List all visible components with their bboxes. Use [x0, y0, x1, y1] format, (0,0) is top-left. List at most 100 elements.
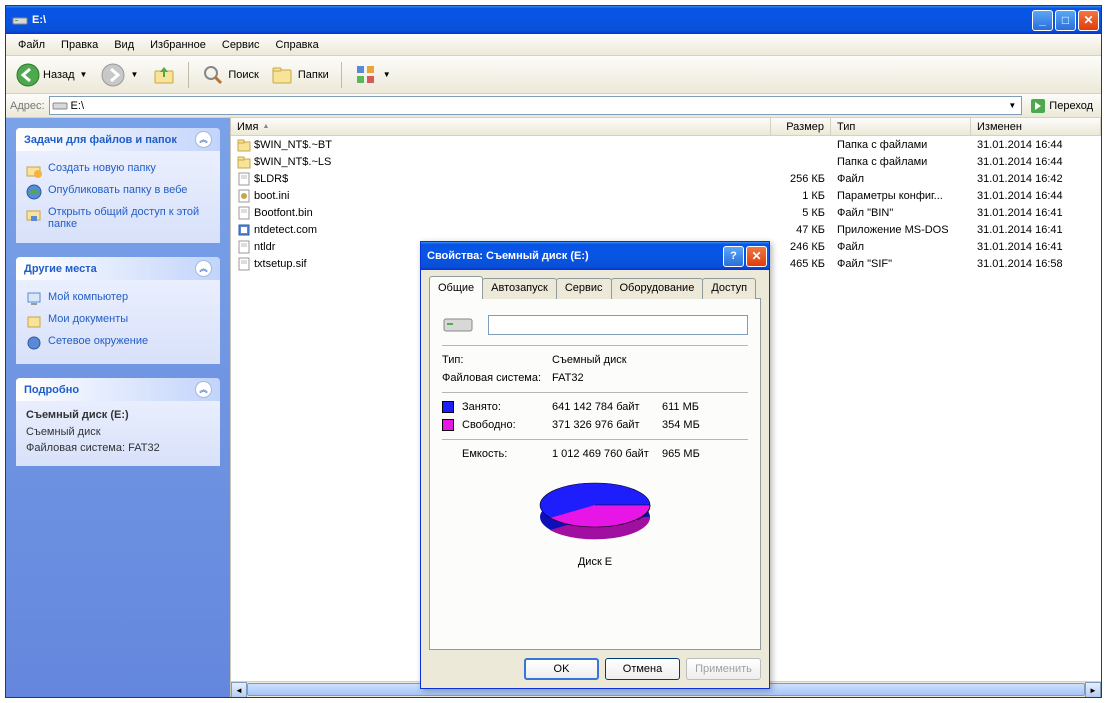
free-bytes: 371 326 976 байт: [552, 419, 662, 431]
task-publish-web[interactable]: Опубликовать папку в вебе: [26, 181, 210, 203]
column-modified[interactable]: Изменен: [971, 118, 1101, 135]
place-my-documents[interactable]: Мои документы: [26, 310, 210, 332]
file-type: Папка с файлами: [831, 156, 971, 168]
file-row[interactable]: $WIN_NT$.~LSПапка с файлами31.01.2014 16…: [231, 153, 1101, 170]
fs-value: FAT32: [552, 372, 584, 384]
panel-details: Подробно ︽ Съемный диск (E:) Съемный дис…: [16, 378, 220, 466]
file-row[interactable]: Bootfont.bin5 КБФайл "BIN"31.01.2014 16:…: [231, 204, 1101, 221]
folders-icon: [271, 63, 295, 87]
tab-autoplay[interactable]: Автозапуск: [482, 278, 557, 299]
maximize-button[interactable]: □: [1055, 10, 1076, 31]
toolbar-separator: [188, 62, 189, 88]
tab-sharing[interactable]: Доступ: [702, 278, 756, 299]
task-item-label: Открыть общий доступ к этой папке: [48, 206, 210, 230]
file-name: $WIN_NT$.~BT: [254, 139, 332, 151]
titlebar[interactable]: E:\ _ □ ✕: [6, 6, 1101, 34]
free-label: Свободно:: [462, 419, 552, 431]
documents-icon: [26, 313, 42, 329]
address-field[interactable]: E:\ ▼: [49, 96, 1023, 115]
menu-file[interactable]: Файл: [10, 36, 53, 54]
column-name[interactable]: Имя ▲: [231, 118, 771, 135]
address-dropdown[interactable]: ▼: [1005, 101, 1019, 110]
file-row[interactable]: $LDR$256 КБФайл31.01.2014 16:42: [231, 170, 1101, 187]
toolbar: Назад ▼ ▼ Поиск Папки ▼: [6, 56, 1101, 94]
capacity-bytes: 1 012 469 760 байт: [552, 448, 662, 460]
task-share-folder[interactable]: Открыть общий доступ к этой папке: [26, 203, 210, 233]
go-label: Переход: [1049, 100, 1093, 112]
back-button[interactable]: Назад ▼: [12, 61, 93, 89]
views-button[interactable]: ▼: [350, 61, 397, 89]
search-button[interactable]: Поиск: [197, 61, 262, 89]
tab-hardware[interactable]: Оборудование: [611, 278, 704, 299]
scroll-right-arrow[interactable]: ►: [1085, 682, 1101, 697]
scroll-left-arrow[interactable]: ◄: [231, 682, 247, 697]
file-name: ntdetect.com: [254, 224, 317, 236]
menu-tools[interactable]: Сервис: [214, 36, 268, 54]
file-row[interactable]: boot.ini1 КБПараметры конфиг...31.01.201…: [231, 187, 1101, 204]
address-drive-icon: [52, 100, 68, 112]
file-date: 31.01.2014 16:44: [971, 139, 1101, 151]
file-row[interactable]: ntdetect.com47 КБПриложение MS-DOS31.01.…: [231, 221, 1101, 238]
ini-icon: [237, 189, 251, 203]
file-date: 31.01.2014 16:58: [971, 258, 1101, 270]
place-item-label: Мои документы: [48, 313, 128, 325]
tab-general[interactable]: Общие: [429, 276, 483, 299]
back-dropdown[interactable]: ▼: [78, 70, 90, 79]
file-name: ntldr: [254, 241, 275, 253]
panel-details-header[interactable]: Подробно ︽: [16, 378, 220, 401]
panel-tasks-header[interactable]: Задачи для файлов и папок ︽: [16, 128, 220, 151]
panel-places-title: Другие места: [24, 263, 97, 275]
used-bytes: 641 142 784 байт: [552, 401, 662, 413]
help-button[interactable]: ?: [723, 246, 744, 267]
type-value: Съемный диск: [552, 354, 627, 366]
file-name: Bootfont.bin: [254, 207, 313, 219]
menu-edit[interactable]: Правка: [53, 36, 106, 54]
file-name: boot.ini: [254, 190, 289, 202]
sidebar: Задачи для файлов и папок ︽ Создать нову…: [6, 118, 230, 697]
file-icon: [237, 240, 251, 254]
dialog-titlebar[interactable]: Свойства: Съемный диск (E:) ? ✕: [421, 242, 769, 270]
free-color-swatch: [442, 419, 454, 431]
folders-button[interactable]: Папки: [267, 61, 333, 89]
close-button[interactable]: ✕: [1078, 10, 1099, 31]
go-icon: [1030, 98, 1046, 114]
forward-dropdown[interactable]: ▼: [128, 70, 140, 79]
forward-icon: [101, 63, 125, 87]
fs-label: Файловая система:: [442, 372, 552, 384]
tab-content-general: Тип: Съемный диск Файловая система: FAT3…: [429, 298, 761, 650]
sort-asc-icon: ▲: [262, 123, 269, 130]
file-icon: [237, 172, 251, 186]
apply-button: Применить: [686, 658, 761, 680]
panel-places-header[interactable]: Другие места ︽: [16, 257, 220, 280]
column-type[interactable]: Тип: [831, 118, 971, 135]
file-size: 256 КБ: [771, 173, 831, 185]
ok-button[interactable]: OK: [524, 658, 599, 680]
file-row[interactable]: $WIN_NT$.~BTПапка с файлами31.01.2014 16…: [231, 136, 1101, 153]
forward-button[interactable]: ▼: [97, 61, 144, 89]
disk-label-input[interactable]: [488, 315, 748, 335]
task-new-folder[interactable]: Создать новую папку: [26, 159, 210, 181]
capacity-label: Емкость:: [462, 448, 552, 460]
minimize-button[interactable]: _: [1032, 10, 1053, 31]
cancel-button[interactable]: Отмена: [605, 658, 680, 680]
menu-view[interactable]: Вид: [106, 36, 142, 54]
new-folder-icon: [26, 162, 42, 178]
file-name: $WIN_NT$.~LS: [254, 156, 331, 168]
go-button[interactable]: Переход: [1026, 96, 1097, 116]
place-item-label: Мой компьютер: [48, 291, 128, 303]
file-type: Файл "SIF": [831, 258, 971, 270]
up-button[interactable]: [148, 61, 180, 89]
views-dropdown[interactable]: ▼: [381, 70, 393, 79]
column-size[interactable]: Размер: [771, 118, 831, 135]
network-icon: [26, 335, 42, 351]
menu-help[interactable]: Справка: [268, 36, 327, 54]
computer-icon: [26, 291, 42, 307]
dialog-close-button[interactable]: ✕: [746, 246, 767, 267]
tab-tools[interactable]: Сервис: [556, 278, 612, 299]
dialog-buttons: OK Отмена Применить: [429, 650, 761, 680]
place-my-computer[interactable]: Мой компьютер: [26, 288, 210, 310]
file-type: Файл: [831, 173, 971, 185]
place-network[interactable]: Сетевое окружение: [26, 332, 210, 354]
chevron-up-icon: ︽: [195, 260, 212, 277]
menu-favorites[interactable]: Избранное: [142, 36, 214, 54]
